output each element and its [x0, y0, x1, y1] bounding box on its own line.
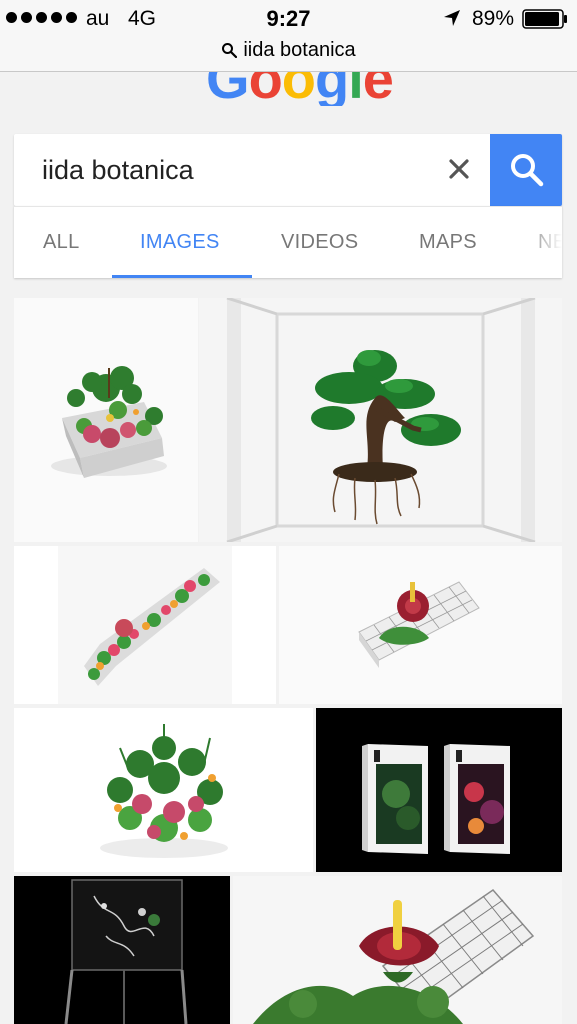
book-covers-image [316, 708, 562, 872]
image-result[interactable] [233, 876, 562, 1024]
tab-maps[interactable]: MAPS [419, 231, 477, 254]
image-result[interactable] [14, 876, 230, 1024]
logo-letter: l [348, 72, 364, 106]
search-button[interactable] [490, 134, 562, 206]
google-logo[interactable]: Google [0, 72, 577, 106]
tab-videos[interactable]: VIDEOS [281, 231, 358, 254]
image-result[interactable] [279, 546, 562, 704]
search-icon [222, 43, 238, 58]
url-text: iida botanica [243, 39, 356, 61]
url-bar[interactable]: iida botanica [0, 38, 577, 72]
plant-cluster-image [14, 708, 313, 872]
red-flower-closeup-image [233, 876, 562, 1024]
logo-letter: G [206, 72, 250, 106]
image-result[interactable] [14, 546, 276, 704]
logo-letter: o [248, 72, 283, 106]
search-icon [511, 154, 544, 187]
bonsai-tree-image [199, 298, 562, 542]
image-result[interactable] [14, 298, 198, 542]
logo-letter: o [281, 72, 316, 106]
google-logo-text: Google [206, 72, 394, 106]
red-flower-grid-image [279, 546, 562, 704]
status-bar: au 4G 9:27 89% [0, 0, 577, 38]
active-tab-indicator [112, 275, 252, 278]
glass-case-image [14, 876, 230, 1024]
page: au 4G 9:27 89% iida botanica Google iida… [0, 0, 577, 1024]
battery-icon [522, 9, 567, 29]
tabs-fade [522, 207, 562, 278]
image-result[interactable] [14, 708, 313, 872]
logo-letter: e [362, 72, 394, 106]
botanical-planter-image [14, 298, 198, 542]
tab-all[interactable]: ALL [43, 231, 80, 254]
close-icon[interactable] [444, 154, 474, 184]
image-result[interactable] [316, 708, 562, 872]
search-tabs: ALL IMAGES VIDEOS MAPS NE [14, 206, 562, 278]
search-input[interactable]: iida botanica [42, 155, 194, 186]
tab-images[interactable]: IMAGES [140, 231, 220, 254]
flower-bed-sculpture-image [14, 546, 276, 704]
search-box: iida botanica [14, 134, 562, 206]
image-result[interactable] [199, 298, 562, 542]
battery-percent: 89% [472, 7, 515, 30]
logo-letter: g [315, 72, 349, 106]
location-arrow-icon [444, 10, 460, 26]
